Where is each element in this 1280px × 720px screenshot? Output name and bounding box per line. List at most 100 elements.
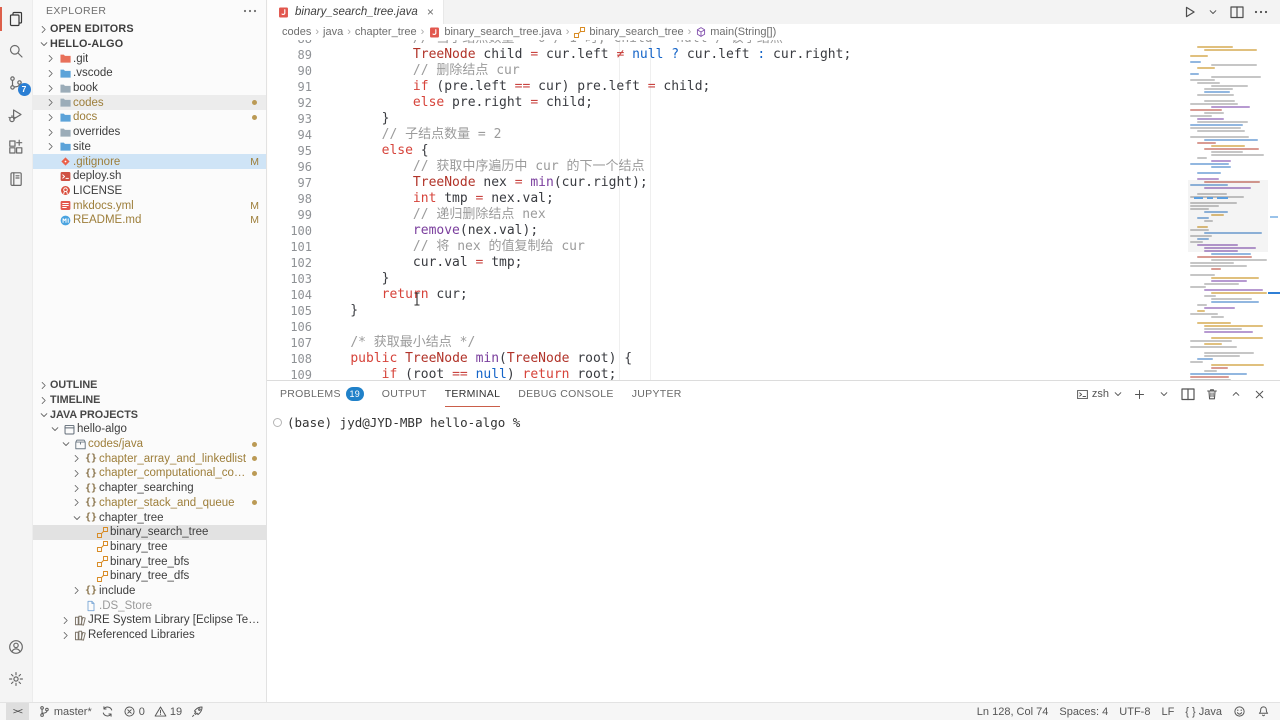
java-item-binary_tree_bfs[interactable]: binary_tree_bfs: [33, 554, 266, 569]
minimap-slider[interactable]: [1188, 180, 1268, 252]
new-terminal-button[interactable]: [1131, 386, 1148, 403]
line-number[interactable]: 106: [268, 319, 312, 335]
panel-tab-jupyter[interactable]: JUPYTER: [632, 381, 682, 407]
code-line-90[interactable]: 90 // 删除结点 cur: [268, 63, 1188, 79]
code-line-96[interactable]: 96 // 获取中序遍历中 cur 的下一个结点: [268, 159, 1188, 175]
line-number[interactable]: 95: [268, 143, 312, 159]
line-number[interactable]: 98: [268, 191, 312, 207]
breadcrumb-item-binary_search_tree[interactable]: binary_search_tree: [573, 26, 683, 39]
java-item-chapter_stack_and_queue[interactable]: {}chapter_stack_and_queue: [33, 496, 266, 511]
code-line-95[interactable]: 95 else {: [268, 143, 1188, 159]
breadcrumb-item-main-String-[interactable]: main(String[]): [695, 26, 776, 38]
status-eol[interactable]: LF: [1161, 706, 1174, 718]
status-language-mode[interactable]: { } Java: [1185, 706, 1222, 718]
line-number[interactable]: 104: [268, 287, 312, 303]
timeline-section[interactable]: TIMELINE: [33, 393, 266, 408]
split-editor-button[interactable]: [1228, 3, 1246, 21]
code-line-98[interactable]: 98 int tmp = nex.val;: [268, 191, 1188, 207]
terminal-dropdown-chevron-icon[interactable]: [1155, 386, 1172, 403]
java-item-binary_tree_dfs[interactable]: binary_tree_dfs: [33, 569, 266, 584]
line-number[interactable]: 108: [268, 351, 312, 367]
status-encoding[interactable]: UTF-8: [1119, 706, 1150, 718]
code-line-108[interactable]: 108 public TreeNode min(TreeNode root) {: [268, 351, 1188, 367]
code-line-93[interactable]: 93 }: [268, 111, 1188, 127]
explorer-item-README.md[interactable]: README.mdM: [33, 213, 266, 228]
java-item-hello-algo[interactable]: hello-algo: [33, 422, 266, 437]
breadcrumb-item-chapter_tree[interactable]: chapter_tree: [355, 26, 417, 38]
line-number[interactable]: 92: [268, 95, 312, 111]
code-line-100[interactable]: 100 remove(nex.val);: [268, 223, 1188, 239]
more-actions-icon[interactable]: [1252, 3, 1270, 21]
explorer-item-LICENSE[interactable]: LICENSE: [33, 184, 266, 199]
line-number[interactable]: 103: [268, 271, 312, 287]
explorer-item-deploy.sh[interactable]: deploy.sh: [33, 169, 266, 184]
status-line-col[interactable]: Ln 128, Col 74: [977, 706, 1049, 718]
java-item-.DS_Store[interactable]: .DS_Store: [33, 598, 266, 613]
status-git-branch[interactable]: master*: [38, 705, 92, 718]
activity-settings-icon[interactable]: [0, 666, 33, 692]
line-number[interactable]: 102: [268, 255, 312, 271]
java-projects-section[interactable]: JAVA PROJECTS: [33, 407, 266, 422]
code-line-103[interactable]: 103 }: [268, 271, 1188, 287]
status-notifications[interactable]: [1257, 705, 1270, 718]
explorer-item-.git[interactable]: .git: [33, 51, 266, 66]
java-item-Referenced-Libraries[interactable]: Referenced Libraries: [33, 628, 266, 643]
java-item-codes-java[interactable]: codes/java: [33, 437, 266, 452]
status-indentation[interactable]: Spaces: 4: [1059, 706, 1108, 718]
java-item-binary_tree[interactable]: binary_tree: [33, 540, 266, 555]
line-number[interactable]: 93: [268, 111, 312, 127]
java-item-chapter_searching[interactable]: {}chapter_searching: [33, 481, 266, 496]
line-number[interactable]: 105: [268, 303, 312, 319]
code-line-102[interactable]: 102 cur.val = tmp;: [268, 255, 1188, 271]
close-tab-icon[interactable]: ×: [427, 5, 434, 19]
run-dropdown-chevron-icon[interactable]: [1204, 3, 1222, 21]
java-item-binary_search_tree[interactable]: binary_search_tree: [33, 525, 266, 540]
line-number[interactable]: 101: [268, 239, 312, 255]
code-line-104[interactable]: 104 return cur;: [268, 287, 1188, 303]
explorer-item-overrides[interactable]: overrides: [33, 125, 266, 140]
code-line-91[interactable]: 91 if (pre.left == cur) pre.left = child…: [268, 79, 1188, 95]
explorer-item-codes[interactable]: codes: [33, 95, 266, 110]
code-line-94[interactable]: 94 // 子结点数量 = 2: [268, 127, 1188, 143]
java-item-JRE-System-Library-Eclipse-Temurin-17-17...[interactable]: JRE System Library [Eclipse Temurin 17 […: [33, 613, 266, 628]
code-line-106[interactable]: 106: [268, 319, 1188, 335]
status-java-status[interactable]: [191, 705, 204, 718]
status-remote-indicator[interactable]: ><: [6, 703, 29, 720]
activity-source-control-icon[interactable]: 7: [0, 70, 33, 96]
code-line-105[interactable]: 105 }: [268, 303, 1188, 319]
line-number[interactable]: 107: [268, 335, 312, 351]
breadcrumb-item-binary_search_tree.java[interactable]: binary_search_tree.java: [428, 26, 561, 39]
code-line-107[interactable]: 107 /* 获取最小结点 */: [268, 335, 1188, 351]
line-number[interactable]: 89: [268, 47, 312, 63]
terminal-shell-picker[interactable]: zsh: [1076, 388, 1124, 401]
java-item-chapter_tree[interactable]: {}chapter_tree: [33, 510, 266, 525]
open-editors-section[interactable]: OPEN EDITORS: [33, 22, 266, 37]
line-number[interactable]: 96: [268, 159, 312, 175]
activity-search-icon[interactable]: [0, 38, 33, 64]
close-panel-button[interactable]: [1251, 386, 1268, 403]
activity-run-debug-icon[interactable]: [0, 102, 33, 128]
terminal-content[interactable]: (base) jyd@JYD-MBP hello-algo %: [267, 407, 1280, 702]
panel-tab-problems[interactable]: PROBLEMS19: [280, 381, 364, 407]
explorer-item-mkdocs.yml[interactable]: mkdocs.ymlM: [33, 198, 266, 213]
line-number[interactable]: 99: [268, 207, 312, 223]
line-number[interactable]: 90: [268, 63, 312, 79]
explorer-item-.gitignore[interactable]: .gitignoreM: [33, 154, 266, 169]
java-item-chapter_computational_complexity[interactable]: {}chapter_computational_complexity: [33, 466, 266, 481]
line-number[interactable]: 94: [268, 127, 312, 143]
maximize-panel-button[interactable]: [1227, 386, 1244, 403]
root-folder-hello-algo[interactable]: HELLO-ALGO: [33, 37, 266, 52]
activity-notebook-icon[interactable]: [0, 166, 33, 192]
code-line-99[interactable]: 99 // 递归删除结点 nex: [268, 207, 1188, 223]
overview-ruler[interactable]: [1268, 40, 1280, 380]
code-line-92[interactable]: 92 else pre.right = child;: [268, 95, 1188, 111]
panel-tab-output[interactable]: OUTPUT: [382, 381, 427, 407]
panel-tab-terminal[interactable]: TERMINAL: [445, 381, 501, 407]
explorer-item-docs[interactable]: docs: [33, 110, 266, 125]
java-item-chapter_array_and_linkedlist[interactable]: {}chapter_array_and_linkedlist: [33, 451, 266, 466]
run-button[interactable]: [1180, 3, 1198, 21]
java-item-include[interactable]: {}include: [33, 584, 266, 599]
panel-tab-debug-console[interactable]: DEBUG CONSOLE: [518, 381, 614, 407]
status-errors[interactable]: 0: [123, 705, 145, 718]
code-line-109[interactable]: 109 if (root == null) return root;: [268, 367, 1188, 380]
